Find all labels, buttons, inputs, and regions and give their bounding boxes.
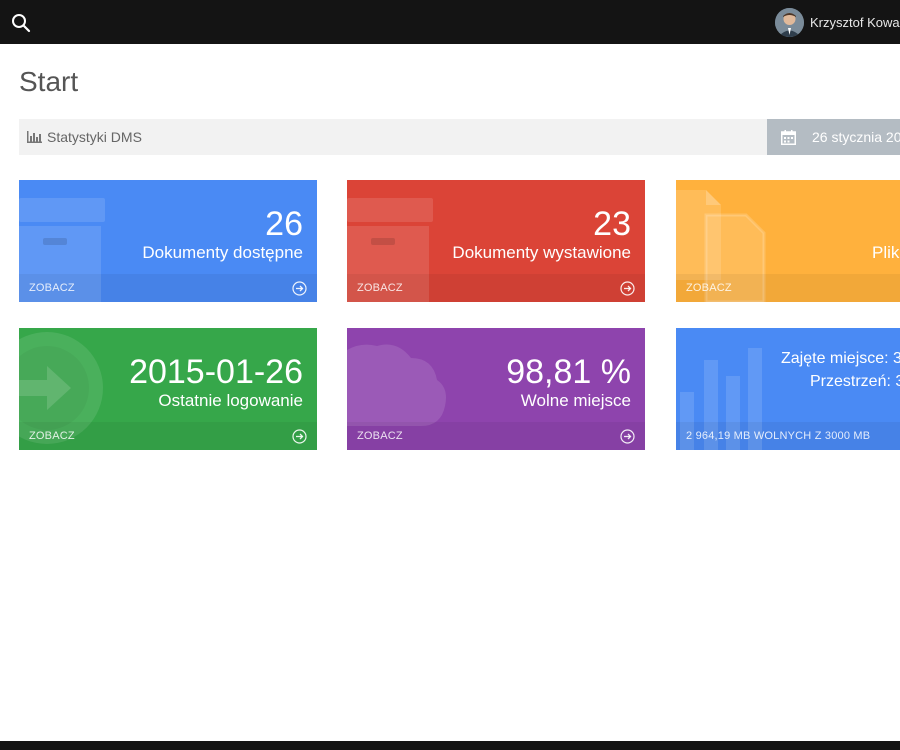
tile-label: Wolne miejsce <box>520 391 631 410</box>
calendar-icon <box>781 129 796 145</box>
tile-value: 23 <box>593 205 631 243</box>
search-icon[interactable] <box>10 12 32 34</box>
tile-free-space[interactable]: 98,81 % Wolne miejsce ZOBACZ <box>347 328 645 450</box>
total-space-text: Przestrzeń: 3 <box>810 373 900 390</box>
arrow-circle-right-icon <box>292 429 307 444</box>
page-title: Start <box>19 66 79 97</box>
storage-footer: 2 964,19 MB WOLNYCH Z 3000 MB <box>676 422 900 450</box>
see-more-link[interactable]: ZOBACZ <box>347 422 645 450</box>
tile-label: Dokumenty dostępne <box>142 243 303 262</box>
top-bar: Krzysztof Kowal <box>0 0 900 44</box>
stats-bar: Statystyki DMS 26 stycznia 20 <box>19 119 900 155</box>
tile-label: Pliki <box>872 243 900 262</box>
bottom-bar <box>0 741 900 750</box>
tile-value: 98,81 % <box>506 353 631 391</box>
footer-text: ZOBACZ <box>357 282 403 294</box>
bar-chart-icon <box>27 131 42 143</box>
tile-documents-available[interactable]: 26 Dokumenty dostępne ZOBACZ <box>19 180 317 302</box>
user-menu[interactable]: Krzysztof Kowal <box>775 7 900 37</box>
tile-documents-issued[interactable]: 23 Dokumenty wystawione ZOBACZ <box>347 180 645 302</box>
used-space-text: Zajęte miejsce: 3 <box>781 350 900 367</box>
tile-last-login[interactable]: 2015-01-26 Ostatnie logowanie ZOBACZ <box>19 328 317 450</box>
tile-value: 2015-01-26 <box>129 353 303 391</box>
footer-text: ZOBACZ <box>686 282 732 294</box>
tile-files[interactable]: Pliki ZOBACZ <box>676 180 900 302</box>
footer-text: 2 964,19 MB WOLNYCH Z 3000 MB <box>686 430 871 442</box>
tile-label: Dokumenty wystawione <box>452 243 631 262</box>
avatar <box>775 7 804 37</box>
footer-text: ZOBACZ <box>357 430 403 442</box>
stats-title: Statystyki DMS <box>27 119 142 155</box>
arrow-circle-right-icon <box>620 429 635 444</box>
arrow-circle-right-icon <box>620 281 635 296</box>
date-text: 26 stycznia 20 <box>812 129 900 145</box>
arrow-circle-right-icon <box>292 281 307 296</box>
footer-text: ZOBACZ <box>29 430 75 442</box>
footer-text: ZOBACZ <box>29 282 75 294</box>
see-more-link[interactable]: ZOBACZ <box>347 274 645 302</box>
tile-value: 26 <box>265 205 303 243</box>
see-more-link[interactable]: ZOBACZ <box>19 274 317 302</box>
user-name: Krzysztof Kowal <box>810 14 900 30</box>
date-picker[interactable]: 26 stycznia 20 <box>767 119 900 155</box>
tile-label: Ostatnie logowanie <box>158 391 303 410</box>
stats-label: Statystyki DMS <box>47 129 142 145</box>
tile-storage[interactable]: Zajęte miejsce: 3 Przestrzeń: 3 2 964,19… <box>676 328 900 450</box>
see-more-link[interactable]: ZOBACZ <box>19 422 317 450</box>
see-more-link[interactable]: ZOBACZ <box>676 274 900 302</box>
